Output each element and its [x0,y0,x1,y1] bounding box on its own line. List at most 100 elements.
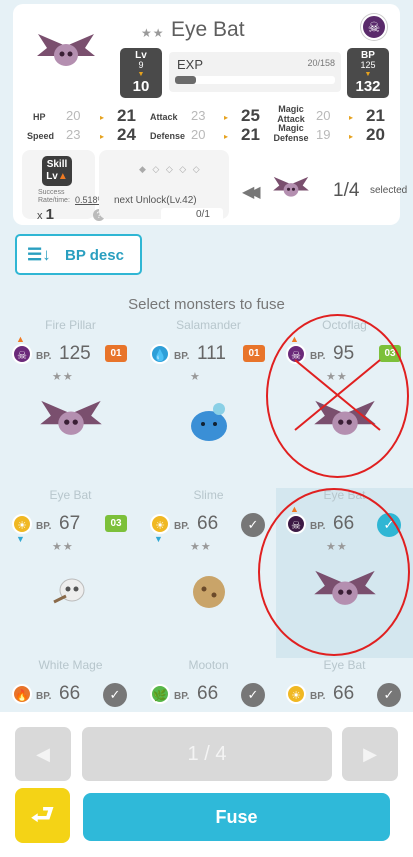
section-title: Select monsters to fuse [128,296,285,313]
monster-sprite [36,392,106,452]
monster-name: Eye Bat [171,18,245,41]
next-unlock-value: 0/1 [196,209,210,220]
skill-badge-top: Skill [46,159,68,170]
sort-button[interactable]: ☰↓ BP desc [15,234,142,275]
stat-defense-new: 21 [241,125,260,144]
monster-name: Salamander [176,318,241,332]
bp-label: BP. [310,691,326,702]
rewind-icon: ◀◀ [242,184,260,201]
skill-level-badge: Skill Lv▲ [42,156,72,186]
bp-from: 125 [360,60,376,70]
monster-name: Mooton [188,658,229,672]
annotation-circle [258,488,410,656]
stat-speed-label: Speed [27,131,55,141]
bp-label: BP. [36,521,52,532]
skull-icon: ☠ [361,14,387,40]
stat-magic-attack-new: 21 [366,106,385,125]
checkmark-icon[interactable]: ✓ [241,683,265,707]
bp-label: BP. [174,691,190,702]
exp-panel: EXP 20/158 [169,52,341,92]
monster-card[interactable]: Eye Bat ☀ ▼ BP. 67 03 ★★ [2,488,139,658]
monster-sprite [174,392,244,452]
bp-value: 66 [59,683,81,704]
stat-hp-new: 21 [117,106,136,125]
exp-label: EXP [177,57,204,72]
element-icon: ☀ [286,684,306,704]
monster-name: Slime [193,488,224,502]
bp-label: BP. [36,691,52,702]
monster-sprite [36,562,106,622]
checkmark-icon[interactable]: ✓ [377,683,401,707]
count-tag: 03 [105,515,127,532]
monster-card[interactable]: Fire Pillar ▲ ☠ BP. 125 01 ★★ [2,318,139,488]
exp-value: 20/158 [307,58,335,68]
element-icon: 💧 [150,344,170,364]
exp-bar-track [175,76,335,84]
downgrade-arrow-icon: ▼ [154,534,163,544]
bp-value: 66 [197,683,219,704]
checkmark-icon[interactable]: ✓ [241,513,265,537]
selected-eye-bat-sprite [273,176,309,197]
next-page-button[interactable]: ▶ [342,727,398,781]
selected-count: 1/4 [333,180,360,201]
arrow-icon: ▸ [224,132,229,141]
element-icon: ☠ [12,344,32,364]
rarity-stars: ★★ [52,371,74,383]
unlock-progress-bar [161,208,223,222]
stat-magic-defense-new: 20 [366,125,385,144]
checkmark-icon[interactable]: ✓ [103,683,127,707]
level-to: 10 [132,78,150,95]
level-up-icon: ▲ [57,171,68,182]
upgrade-arrow-icon: ▲ [16,334,25,344]
element-icon: 🔥 [12,684,32,704]
success-rate-label: Success Rate/time: [38,189,70,204]
bp-label: BP. [174,521,190,532]
arrow-icon: ▸ [349,132,354,141]
arrow-icon: ▸ [224,113,229,122]
next-unlock-label: next Unlock(Lv.42) [114,195,197,206]
monster-card[interactable]: Slime ☀ ▼ BP. 66 ✓ ★★ [140,488,277,658]
eye-bat-sprite [37,34,95,66]
bp-value: 67 [59,513,81,534]
bp-value: 125 [59,343,91,364]
bp-to: 132 [355,78,381,95]
monster-card[interactable]: Salamander 💧 BP. 111 01 ★ [140,318,277,488]
skill-multiplier: x 1 [37,206,54,223]
prev-page-button[interactable]: ◀ [15,727,71,781]
sort-label: BP desc [65,247,124,264]
monster-name: Eye Bat [49,488,92,502]
back-button[interactable]: ⮐ [15,788,70,843]
rarity-stars: ★★ [141,26,165,40]
count-tag: 01 [243,345,265,362]
stat-defense-old: 20 [191,127,206,142]
stat-speed-old: 23 [66,127,81,142]
arrow-icon: ▸ [100,132,105,141]
element-icon: 🌿 [150,684,170,704]
stat-speed-new: 24 [117,125,136,144]
rarity-stars: ★★ [52,541,74,553]
selected-label: selected [370,185,408,196]
skill-badge-bottom: Lv▲ [46,171,68,182]
monster-card[interactable]: White Mage 🔥 BP. 66 ✓ [2,658,139,712]
monster-sprite [174,562,244,622]
arrow-icon: ▸ [349,113,354,122]
stat-hp-old: 20 [66,108,81,123]
stat-magic-defense-old: 19 [316,127,331,142]
bp-value: 111 [197,343,226,364]
annotation-cross [294,359,381,431]
arrow-icon: ▸ [100,113,105,122]
exp-bar-fill [175,76,196,84]
monster-name: Fire Pillar [45,318,96,332]
rarity-stars: ★★ [190,541,212,553]
bp-label: BP. [174,351,190,362]
monster-card[interactable]: Mooton 🌿 BP. 66 ✓ [140,658,277,712]
bp-label: BP. [36,351,52,362]
gem-icons: ◆ ◇ ◇ ◇ ◇ [139,164,202,174]
rarity-stars: ★ [190,371,201,383]
fuse-button[interactable]: Fuse [83,793,390,841]
stat-magic-attack-old: 20 [316,108,331,123]
page-indicator: 1 / 4 [82,727,332,781]
level-box: Lv 9 ▼ 10 [120,48,162,98]
monster-card[interactable]: Eye Bat ☀ BP. 66 ✓ [276,658,413,712]
sort-desc-icon: ☰↓ [27,245,51,264]
